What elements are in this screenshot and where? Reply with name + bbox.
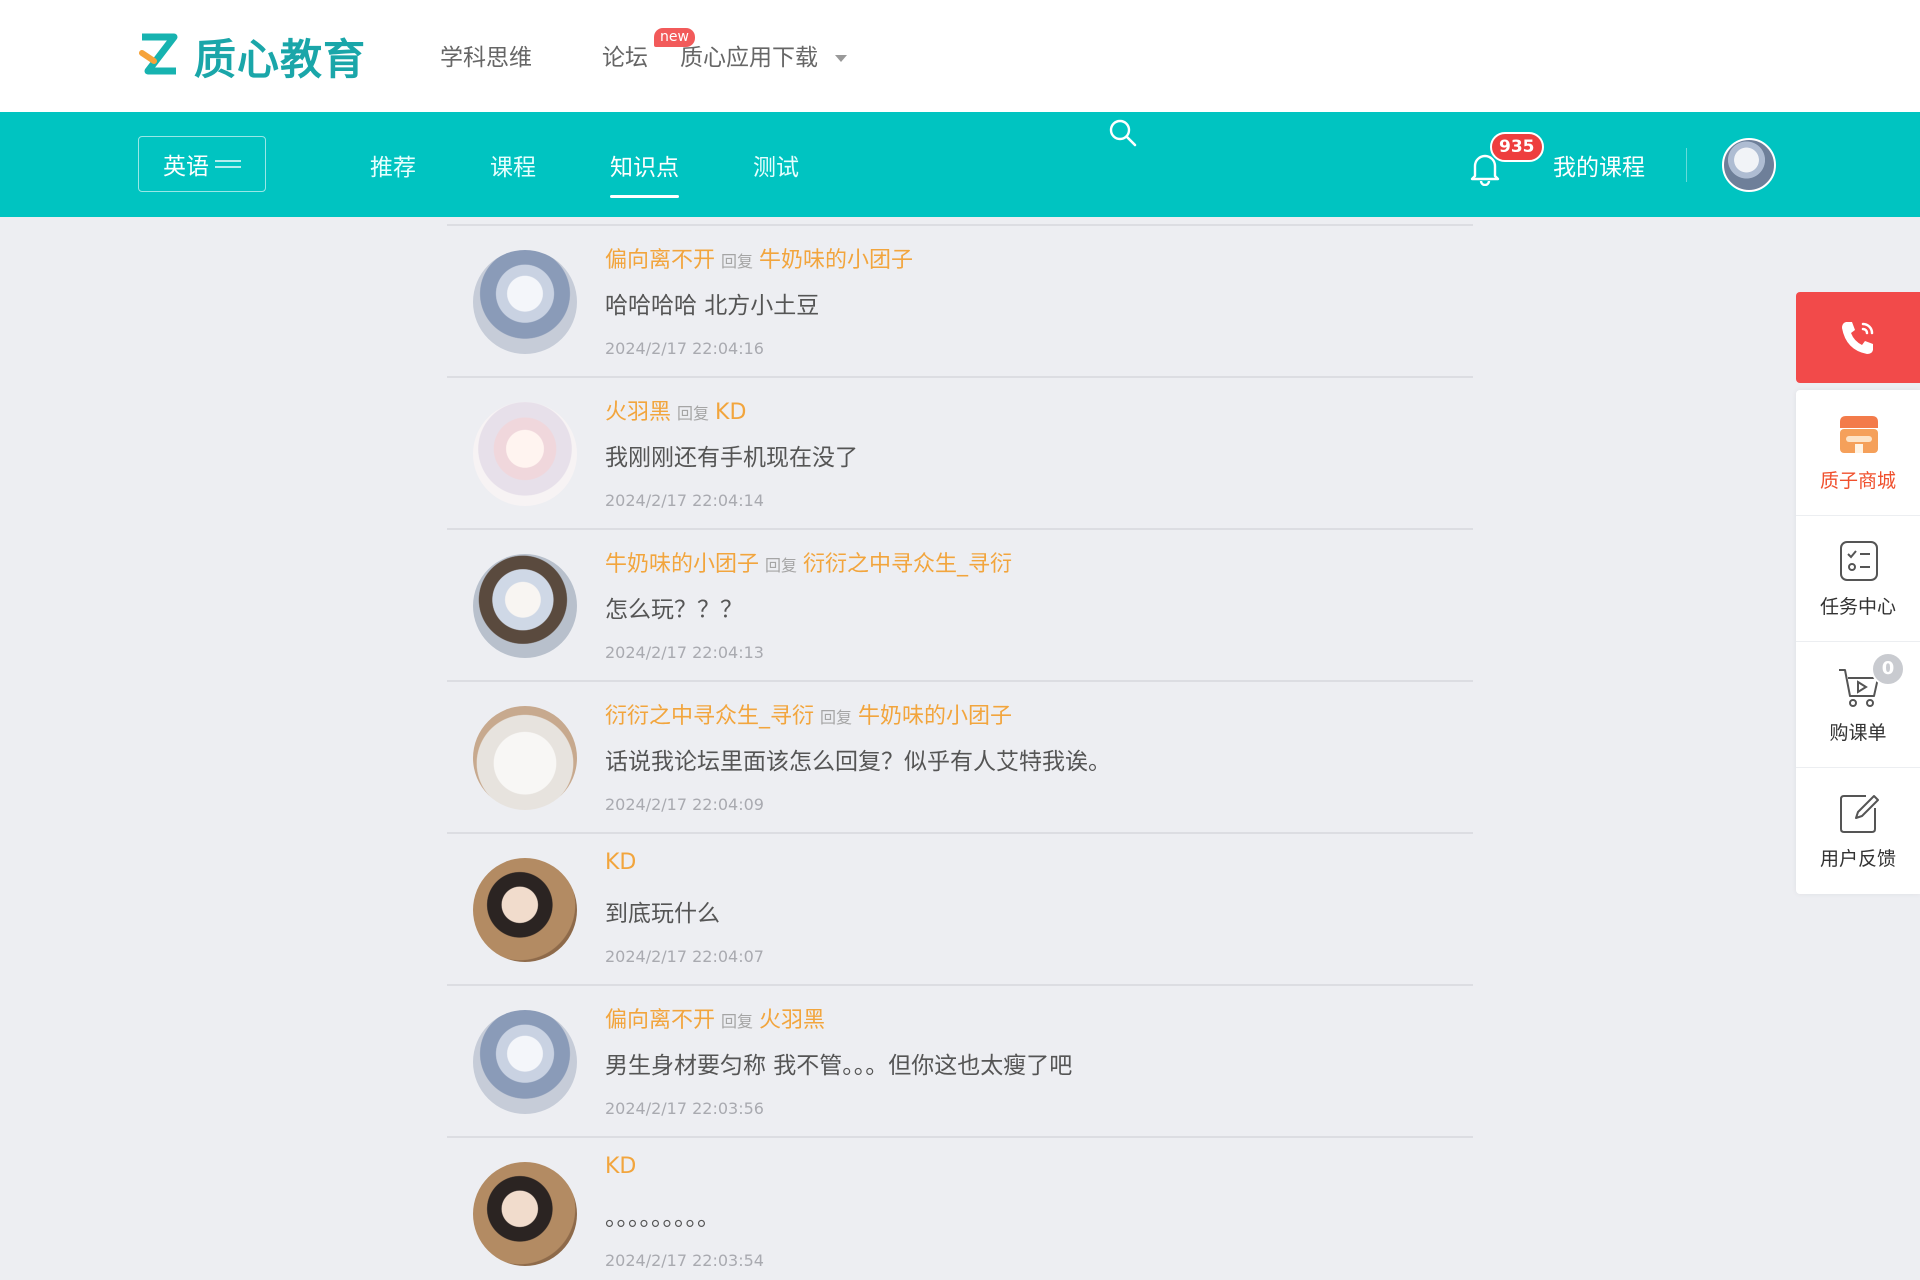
tab-knowledge-points[interactable]: 知识点 bbox=[610, 148, 679, 198]
divider bbox=[1686, 148, 1687, 182]
chevron-down-icon bbox=[835, 55, 848, 62]
comment-meta: KD bbox=[605, 1154, 636, 1179]
tab-tests[interactable]: 测试 bbox=[753, 148, 799, 182]
reply-label: 回复 bbox=[721, 1012, 754, 1031]
reply-target[interactable]: 火羽黑 bbox=[759, 1008, 825, 1033]
comment-item: 偏向离不开 回复 火羽黑 男生身材要匀称 我不管。。。但你这也太瘦了吧 2024/2… bbox=[447, 984, 1473, 1136]
side-item-label: 任务中心 bbox=[1819, 596, 1896, 618]
phone-icon bbox=[1842, 321, 1874, 354]
comment-meta: 衍衍之中寻众生_寻衍 回复 牛奶味的小团子 bbox=[605, 698, 1012, 730]
tab-recommend[interactable]: 推荐 bbox=[370, 148, 416, 182]
reply-label: 回复 bbox=[677, 404, 710, 423]
comment-meta: 火羽黑 回复 KD bbox=[605, 394, 746, 426]
nav-forum[interactable]: 论坛 new bbox=[602, 28, 695, 72]
subject-label: 英语 bbox=[163, 154, 209, 180]
comment-meta: 偏向离不开 回复 火羽黑 bbox=[605, 1002, 825, 1034]
comment-text: 男生身材要匀称 我不管。。。但你这也太瘦了吧 bbox=[605, 1053, 1073, 1079]
side-item-feedback[interactable]: 用户反馈 bbox=[1796, 768, 1920, 894]
side-item-cart[interactable]: 0 购课单 bbox=[1796, 642, 1920, 768]
comment-item: 衍衍之中寻众生_寻衍 回复 牛奶味的小团子 话说我论坛里面该怎么回复？似乎有人艾特我… bbox=[447, 680, 1473, 832]
notification-count-badge: 935 bbox=[1490, 132, 1544, 162]
reply-label: 回复 bbox=[765, 556, 798, 575]
side-panel: 质子商城 任务中心 0 购课单 用户反馈 bbox=[1796, 390, 1920, 894]
comment-time: 2024/2/17 22:04:14 bbox=[605, 491, 764, 510]
tab-courses[interactable]: 课程 bbox=[490, 148, 536, 182]
comment-author[interactable]: 衍衍之中寻众生_寻衍 bbox=[605, 704, 814, 729]
comment-text: 到底玩什么 bbox=[605, 901, 720, 927]
nav-app-download-label: 质心应用下载 bbox=[680, 45, 818, 71]
comment-time: 2024/2/17 22:03:56 bbox=[605, 1099, 764, 1118]
logo-text: 质心教育 bbox=[194, 34, 367, 84]
comment-item: 火羽黑 回复 KD 我刚刚还有手机现在没了 2024/2/17 22:04:14 bbox=[447, 376, 1473, 528]
main-tabs: 推荐 课程 知识点 测试 bbox=[370, 148, 873, 198]
comment-text: 。。。。。。。。。 bbox=[605, 1205, 720, 1231]
comment-time: 2024/2/17 22:04:16 bbox=[605, 339, 764, 358]
comment-author[interactable]: 偏向离不开 bbox=[605, 1008, 715, 1033]
search-icon[interactable] bbox=[1108, 118, 1138, 148]
logo-mark-icon bbox=[139, 33, 178, 75]
swap-icon bbox=[215, 158, 241, 170]
comment-time: 2024/2/17 22:03:54 bbox=[605, 1251, 764, 1270]
avatar[interactable] bbox=[473, 402, 577, 506]
avatar[interactable] bbox=[473, 250, 577, 354]
subject-switcher[interactable]: 英语 bbox=[138, 136, 266, 192]
call-button[interactable] bbox=[1796, 292, 1920, 383]
avatar[interactable] bbox=[473, 1010, 577, 1114]
comment-meta: KD bbox=[605, 850, 636, 875]
comment-text: 我刚刚还有手机现在没了 bbox=[605, 445, 858, 471]
avatar[interactable] bbox=[473, 554, 577, 658]
comment-author[interactable]: KD bbox=[605, 1154, 636, 1179]
comment-item: 偏向离不开 回复 牛奶味的小团子 哈哈哈哈 北方小土豆 2024/2/17 22:0… bbox=[447, 224, 1473, 376]
comment-text: 哈哈哈哈 北方小土豆 bbox=[605, 293, 820, 319]
side-item-label: 用户反馈 bbox=[1819, 848, 1896, 870]
side-item-tasks[interactable]: 任务中心 bbox=[1796, 516, 1920, 642]
reply-label: 回复 bbox=[721, 252, 754, 271]
comment-meta: 偏向离不开 回复 牛奶味的小团子 bbox=[605, 242, 913, 274]
shop-icon bbox=[1840, 416, 1878, 453]
comment-list: 偏向离不开 回复 牛奶味的小团子 哈哈哈哈 北方小土豆 2024/2/17 22:0… bbox=[447, 224, 1473, 1280]
nav-app-download[interactable]: 质心应用下载 bbox=[680, 38, 848, 72]
side-item-shop[interactable]: 质子商城 bbox=[1796, 390, 1920, 516]
comment-author[interactable]: 火羽黑 bbox=[605, 400, 671, 425]
nav-subject-thinking[interactable]: 学科思维 bbox=[440, 38, 532, 72]
user-avatar[interactable] bbox=[1722, 138, 1776, 192]
comment-author[interactable]: 偏向离不开 bbox=[605, 248, 715, 273]
comment-text: 怎么玩？？？ bbox=[605, 597, 743, 623]
comment-meta: 牛奶味的小团子 回复 衍衍之中寻众生_寻衍 bbox=[605, 546, 1012, 578]
reply-target[interactable]: KD bbox=[715, 400, 746, 425]
side-item-label: 购课单 bbox=[1829, 722, 1887, 744]
avatar[interactable] bbox=[473, 1162, 577, 1266]
side-item-label: 质子商城 bbox=[1819, 470, 1896, 492]
task-icon bbox=[1840, 541, 1878, 581]
comment-item: KD 。。。。。。。。。 2024/2/17 22:03:54 bbox=[447, 1136, 1473, 1280]
my-courses-link[interactable]: 我的课程 bbox=[1553, 148, 1645, 182]
comment-time: 2024/2/17 22:04:13 bbox=[605, 643, 764, 662]
main-navbar: 英语 推荐 课程 知识点 测试 935 我的课程 bbox=[0, 112, 1920, 217]
top-header: 质心教育 学科思维 论坛 new 质心应用下载 bbox=[0, 0, 1920, 112]
comment-text: 话说我论坛里面该怎么回复？似乎有人艾特我诶。 bbox=[605, 749, 1111, 775]
comment-time: 2024/2/17 22:04:07 bbox=[605, 947, 764, 966]
comment-item: 牛奶味的小团子 回复 衍衍之中寻众生_寻衍 怎么玩？？？ 2024/2/17 22:… bbox=[447, 528, 1473, 680]
avatar[interactable] bbox=[473, 858, 577, 962]
cart-count-badge: 0 bbox=[1871, 652, 1905, 686]
feedback-icon bbox=[1840, 795, 1879, 833]
logo[interactable]: 质心教育 bbox=[138, 30, 366, 84]
comment-author[interactable]: 牛奶味的小团子 bbox=[605, 552, 759, 577]
nav-forum-label: 论坛 bbox=[602, 45, 648, 71]
reply-target[interactable]: 牛奶味的小团子 bbox=[858, 704, 1012, 729]
reply-label: 回复 bbox=[820, 708, 853, 727]
top-nav: 学科思维 论坛 new 质心应用下载 bbox=[440, 28, 917, 72]
reply-target[interactable]: 牛奶味的小团子 bbox=[759, 248, 913, 273]
reply-target[interactable]: 衍衍之中寻众生_寻衍 bbox=[803, 552, 1012, 577]
comment-time: 2024/2/17 22:04:09 bbox=[605, 795, 764, 814]
comment-author[interactable]: KD bbox=[605, 850, 636, 875]
avatar[interactable] bbox=[473, 706, 577, 810]
comment-item: KD 到底玩什么 2024/2/17 22:04:07 bbox=[447, 832, 1473, 984]
